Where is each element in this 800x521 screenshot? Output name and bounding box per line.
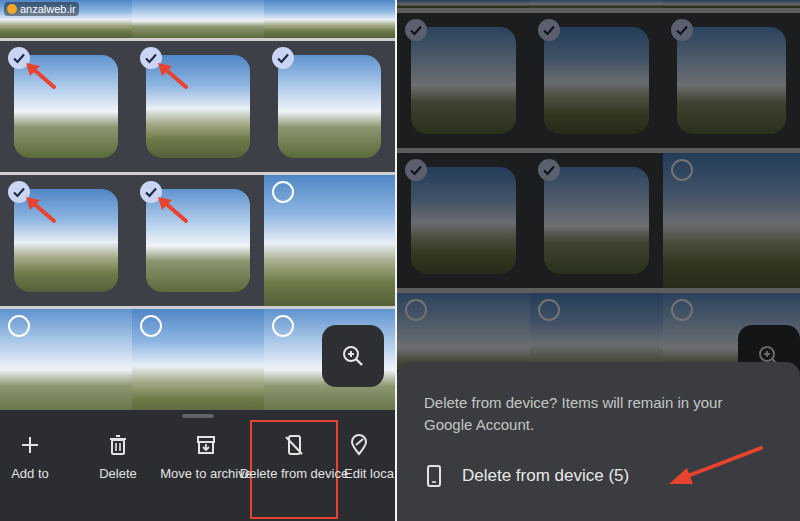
photo-row — [0, 175, 395, 306]
delete-from-device-icon — [283, 434, 305, 456]
photo-cell[interactable] — [264, 175, 395, 306]
select-checkbox[interactable] — [8, 315, 30, 337]
red-arrow-icon — [156, 195, 190, 225]
photo — [0, 309, 132, 410]
dialog-message: Delete from device? Items will remain in… — [424, 392, 774, 436]
action-label: Delete — [97, 466, 139, 482]
photo — [264, 0, 395, 38]
add-icon — [19, 434, 41, 456]
watermark-logo-icon — [7, 4, 17, 14]
add-to-button[interactable]: Add to — [0, 420, 74, 519]
photo — [264, 175, 395, 306]
red-arrow-icon — [24, 61, 58, 91]
photo-cell[interactable] — [132, 175, 264, 306]
action-row: Add to Delete Move to archiveDelete from d… — [0, 418, 395, 521]
red-arrow-icon — [24, 195, 58, 225]
select-checkbox[interactable] — [272, 315, 294, 337]
edit-location-button[interactable]: Edit loca — [338, 420, 395, 519]
watermark-text: anzalweb.ir — [20, 2, 76, 16]
photo-row — [0, 41, 395, 172]
option-label: Delete from device (5) — [462, 465, 629, 487]
photo-cell[interactable] — [0, 309, 132, 410]
action-label: Edit loca — [344, 466, 394, 482]
photo-cell[interactable] — [264, 41, 395, 172]
photo-cell[interactable] — [132, 0, 264, 38]
delete-button[interactable]: Delete — [74, 420, 162, 519]
action-label: Delete from device — [238, 466, 350, 482]
trash-icon — [107, 434, 129, 456]
photo — [278, 55, 381, 158]
delete-dialog: Delete from device? Items will remain in… — [397, 362, 800, 521]
zoom-button[interactable] — [322, 325, 384, 387]
move-to-archive-button[interactable]: Move to archive — [162, 420, 250, 519]
photo — [132, 0, 264, 38]
sheet-handle — [182, 414, 214, 418]
zoom-icon — [341, 344, 365, 368]
dim-overlay — [397, 0, 800, 370]
select-checkbox[interactable] — [140, 315, 162, 337]
archive-icon — [195, 434, 217, 456]
phone-icon — [424, 464, 444, 488]
photo-cell[interactable] — [0, 41, 132, 172]
delete-from-device-option[interactable]: Delete from device (5) — [424, 464, 780, 488]
photo-cell[interactable] — [0, 175, 132, 306]
right-panel: Delete from device? Items will remain in… — [397, 0, 800, 521]
select-checkbox[interactable] — [8, 47, 30, 69]
select-checkbox[interactable] — [272, 47, 294, 69]
edit-location-icon — [348, 434, 370, 456]
select-checkbox[interactable] — [140, 181, 162, 203]
action-sheet: Add to Delete Move to archiveDelete from d… — [0, 410, 395, 521]
select-checkbox[interactable] — [8, 181, 30, 203]
photo-cell[interactable] — [264, 0, 395, 38]
action-label: Add to — [9, 466, 51, 482]
photo — [132, 309, 264, 410]
photo-cell[interactable] — [132, 309, 264, 410]
red-arrow-icon — [156, 61, 190, 91]
select-checkbox[interactable] — [140, 47, 162, 69]
red-arrow-icon — [665, 444, 765, 488]
left-panel: Add to Delete Move to archiveDelete from d… — [0, 0, 395, 521]
photo-cell[interactable] — [132, 41, 264, 172]
action-label: Move to archive — [158, 466, 254, 482]
grid-area — [397, 0, 800, 370]
select-checkbox[interactable] — [272, 181, 294, 203]
delete-from-device-button[interactable]: Delete from device — [250, 420, 338, 519]
watermark: anzalweb.ir — [4, 2, 79, 16]
